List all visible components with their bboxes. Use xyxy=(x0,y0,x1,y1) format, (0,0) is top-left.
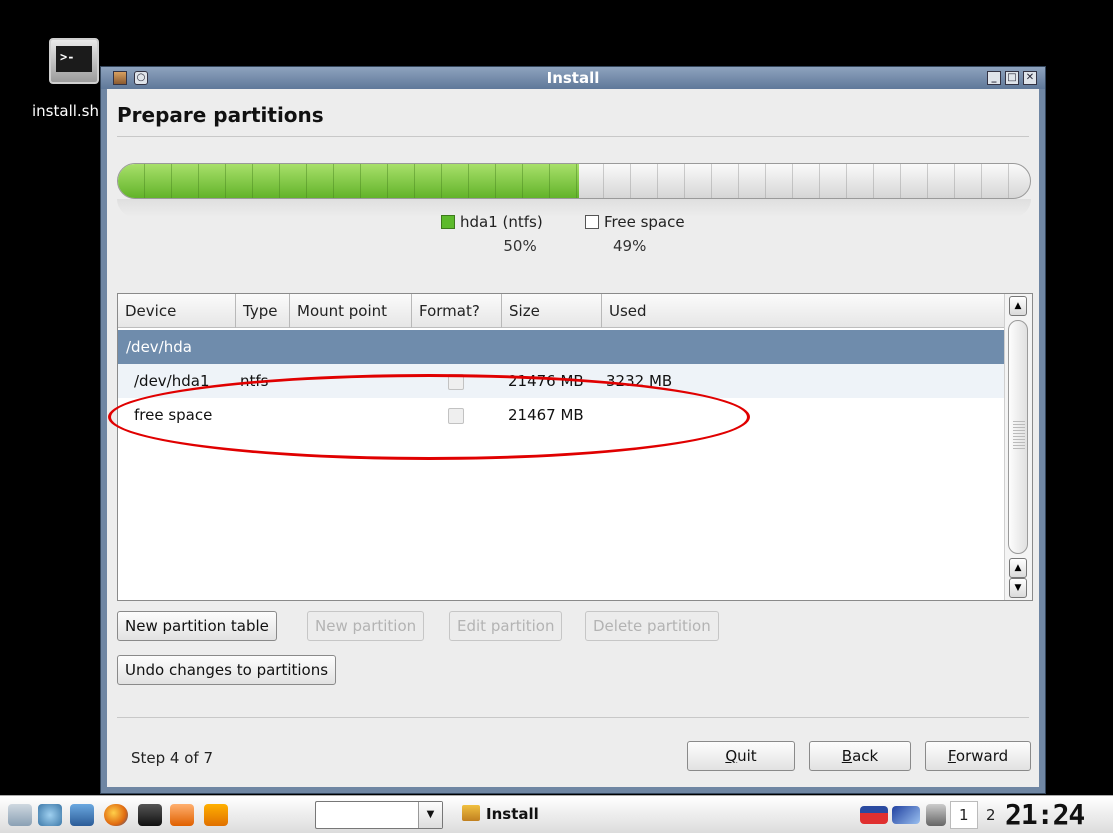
format-checkbox[interactable] xyxy=(448,408,464,424)
partition-bar-reflection xyxy=(117,199,1031,217)
legend-item-free-space: Free space 49% xyxy=(585,213,685,255)
maximize-icon[interactable]: □ xyxy=(1005,71,1019,85)
column-header-type[interactable]: Type xyxy=(236,294,290,328)
desktop-icon[interactable] xyxy=(70,804,94,826)
taskbar-task-install[interactable]: Install xyxy=(462,805,539,823)
workspace-2[interactable]: 2 xyxy=(986,806,996,824)
cell-device: /dev/hda1 xyxy=(134,372,210,390)
rss-icon[interactable] xyxy=(170,804,194,826)
new-partition-table-button[interactable]: New partition table xyxy=(117,611,277,641)
scrollbar-thumb[interactable] xyxy=(1008,320,1028,554)
cell-used: 3232 MB xyxy=(606,372,673,390)
column-header-mount-point[interactable]: Mount point xyxy=(290,294,412,328)
table-header: Device Type Mount point Format? Size Use… xyxy=(118,294,1004,328)
install-task-icon xyxy=(462,805,480,821)
cell-device: /dev/hda xyxy=(126,338,192,356)
undo-changes-button[interactable]: Undo changes to partitions xyxy=(117,655,337,685)
window-title: Install xyxy=(546,69,600,87)
install-window: ○ Install _ □ ✕ Prepare partitions hda1 … xyxy=(100,66,1046,794)
page-title: Prepare partitions xyxy=(117,103,324,127)
table-row-dev-hda1[interactable]: /dev/hda1 ntfs 21476 MB 3232 MB xyxy=(118,364,1004,398)
legend-percent: 49% xyxy=(613,237,647,255)
column-header-used[interactable]: Used xyxy=(602,294,1004,328)
new-partition-button[interactable]: New partition xyxy=(307,611,425,641)
table-row-free-space[interactable]: free space 21467 MB xyxy=(118,398,1004,432)
lock-icon[interactable] xyxy=(926,804,946,826)
network-icon[interactable] xyxy=(38,804,62,826)
display-icon[interactable] xyxy=(892,806,920,824)
cell-size: 21467 MB xyxy=(508,406,584,424)
column-header-device[interactable]: Device xyxy=(118,294,236,328)
partition-table[interactable]: Device Type Mount point Format? Size Use… xyxy=(117,293,1033,601)
step-indicator: Step 4 of 7 xyxy=(131,749,214,767)
workspace-1[interactable]: 1 xyxy=(950,801,978,829)
back-button[interactable]: Back xyxy=(809,741,911,771)
legend-swatch-white xyxy=(585,215,599,229)
keyboard-layout-icon[interactable] xyxy=(860,806,888,824)
footer-divider xyxy=(117,717,1029,718)
tools-icon[interactable] xyxy=(204,804,228,826)
clock: 21:24 xyxy=(1005,798,1085,831)
cell-size: 21476 MB xyxy=(508,372,584,390)
minimize-icon[interactable]: _ xyxy=(987,71,1001,85)
cell-type: ntfs xyxy=(240,372,269,390)
taskbar: ▼ Install 1 2 21:24 xyxy=(0,795,1113,833)
command-combo-box[interactable]: ▼ xyxy=(315,801,443,829)
terminal-icon: >- xyxy=(49,38,99,84)
partition-bar-used-segment xyxy=(118,164,579,198)
column-header-format[interactable]: Format? xyxy=(412,294,502,328)
title-divider xyxy=(117,136,1029,137)
partition-bar xyxy=(117,163,1031,199)
firefox-icon[interactable] xyxy=(104,804,128,826)
close-icon[interactable]: ✕ xyxy=(1023,71,1037,85)
window-content: Prepare partitions hda1 (ntfs) 50% Free … xyxy=(107,89,1039,787)
table-row-dev-hda[interactable]: /dev/hda xyxy=(118,330,1004,364)
cell-device: free space xyxy=(134,406,213,424)
edit-partition-button[interactable]: Edit partition xyxy=(449,611,563,641)
format-checkbox[interactable] xyxy=(448,374,464,390)
legend-label: hda1 (ntfs) xyxy=(460,213,543,231)
terminal-icon[interactable] xyxy=(138,804,162,826)
delete-partition-button[interactable]: Delete partition xyxy=(585,611,719,641)
column-header-size[interactable]: Size xyxy=(502,294,602,328)
legend-item-hda1: hda1 (ntfs) 50% xyxy=(441,213,543,255)
scroll-up-arrow-icon[interactable]: ▲ xyxy=(1009,558,1027,578)
forward-button[interactable]: Forward xyxy=(925,741,1031,771)
menu-launcher-icon[interactable] xyxy=(8,804,32,826)
legend-swatch-green xyxy=(441,215,455,229)
chevron-down-icon[interactable]: ▼ xyxy=(418,802,442,828)
table-scrollbar[interactable]: ▲ ▲ ▼ xyxy=(1004,294,1032,600)
window-titlebar[interactable]: ○ Install _ □ ✕ xyxy=(101,67,1045,89)
scroll-up-arrow-icon[interactable]: ▲ xyxy=(1009,296,1027,316)
quit-button[interactable]: Quit xyxy=(687,741,795,771)
legend-label: Free space xyxy=(604,213,685,231)
scroll-down-arrow-icon[interactable]: ▼ xyxy=(1009,578,1027,598)
legend-percent: 50% xyxy=(503,237,537,255)
